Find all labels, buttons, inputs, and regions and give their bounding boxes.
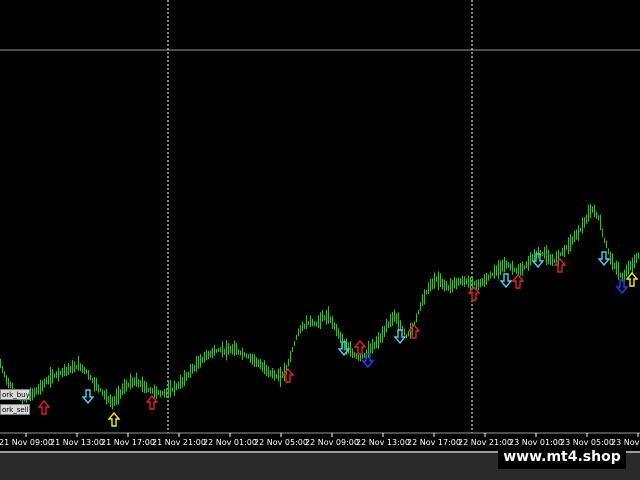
x-tick-label: 21 Nov 21:00: [152, 438, 206, 447]
signal-down-arrow-cyan: [597, 251, 611, 267]
x-tick-label: 22 Nov 09:00: [305, 438, 359, 447]
x-tick-label: 22 Nov 13:00: [356, 438, 410, 447]
x-tick-label: 21 Nov 17:00: [101, 438, 155, 447]
x-tick-label: 22 Nov 01:00: [203, 438, 257, 447]
x-tick-label: 21 Nov 09:00: [0, 438, 53, 447]
signal-up-arrow-yellow: [625, 271, 639, 287]
signal-down-arrow-cyan: [81, 389, 95, 405]
price-chart: 21 Nov 09:0021 Nov 13:0021 Nov 17:0021 N…: [0, 0, 640, 480]
x-tick-label: 22 Nov 05:00: [254, 438, 308, 447]
signal-up-arrow-red: [37, 399, 51, 415]
buy-order-label[interactable]: ork_buy: [0, 389, 30, 400]
x-tick-label: 21 Nov 13:00: [50, 438, 104, 447]
watermark-text: www.mt4.shop: [498, 445, 626, 469]
sell-order-label[interactable]: ork_sell: [0, 404, 30, 415]
x-tick-label: 22 Nov 17:00: [407, 438, 461, 447]
signal-up-arrow-red: [353, 339, 367, 355]
signal-down-arrow-cyan: [499, 273, 513, 289]
signal-up-arrow-red: [511, 273, 525, 289]
signal-up-arrow-red: [145, 394, 159, 410]
signal-down-arrow-blue: [615, 279, 629, 295]
signal-up-arrow-yellow: [107, 411, 121, 427]
signal-down-arrow-cyan: [393, 329, 407, 345]
